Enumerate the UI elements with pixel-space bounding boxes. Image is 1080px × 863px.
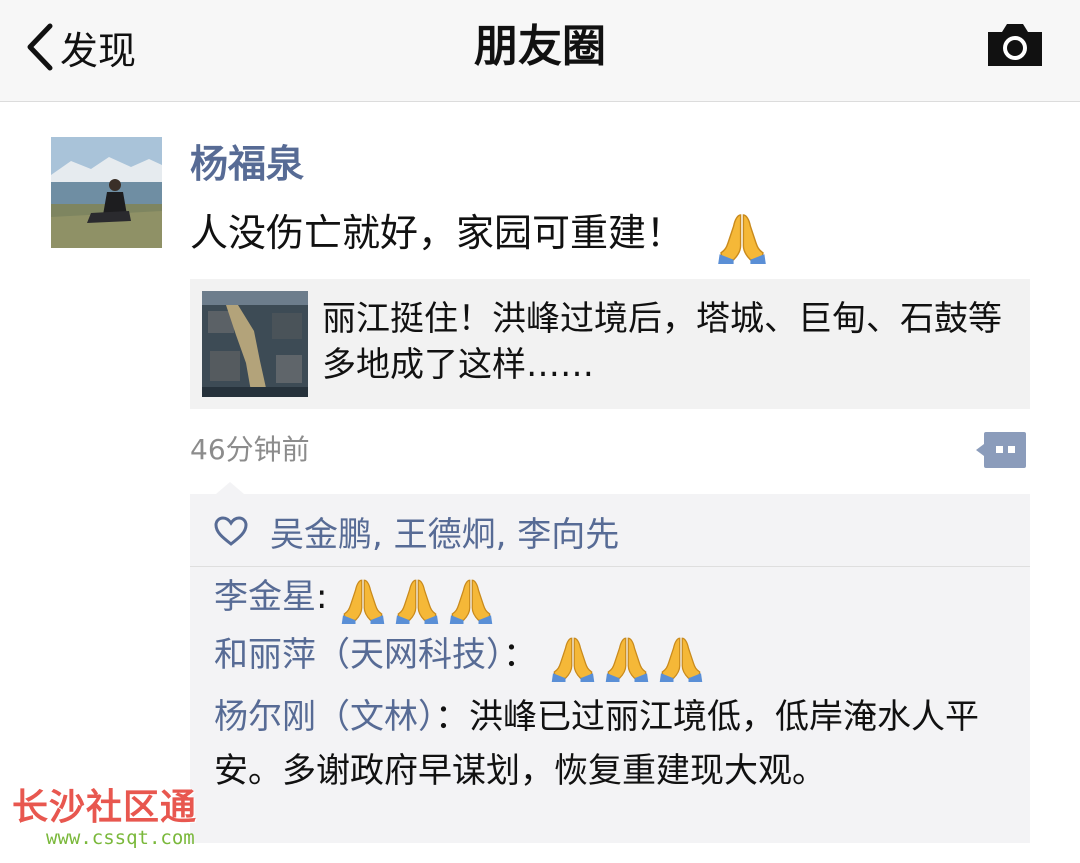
comment-author[interactable]: 杨尔刚（文林） (214, 697, 435, 737)
link-thumbnail (202, 291, 308, 397)
folded-hands-emoji (656, 632, 706, 682)
like-name[interactable]: 李向先 (517, 515, 619, 555)
comment-more-icon[interactable] (974, 430, 1028, 470)
folded-hands-emoji (392, 574, 442, 624)
comment-item[interactable]: 杨尔刚（文林）：洪峰已过丽江境低，低岸淹水人平安。多谢政府早谋划，恢复重建现大观… (214, 690, 1014, 798)
comment-item[interactable]: 和丽萍（天网科技）： (214, 628, 1014, 682)
camera-icon[interactable] (984, 20, 1046, 70)
avatar-photo (51, 137, 162, 248)
link-title: 丽江挺住！洪峰过境后，塔城、巨甸、石鼓等多地成了这样…… (322, 299, 1002, 385)
feedback-panel: 吴金鹏, 王德炯, 李向先 李金星: 和丽萍（天网科技）： 杨尔刚（文林）：洪峰… (190, 482, 1030, 843)
avatar[interactable] (51, 137, 162, 248)
feedback-caret (216, 482, 244, 494)
like-names: 吴金鹏, 王德炯, 李向先 (270, 514, 620, 555)
like-name[interactable]: 吴金鹏 (270, 515, 372, 555)
post-text: 人没伤亡就好，家园可重建！ (190, 211, 685, 255)
folded-hands-emoji (714, 208, 770, 264)
site-watermark: 长沙社区通 www.cssqt.com (12, 786, 222, 852)
watermark-url: www.cssqt.com (46, 827, 195, 849)
post-author[interactable]: 杨福泉 (190, 140, 304, 188)
post-timestamp: 46分钟前 (190, 433, 310, 466)
heart-icon (214, 516, 248, 546)
folded-hands-emoji (602, 632, 652, 682)
folded-hands-emoji (338, 574, 388, 624)
comment-author[interactable]: 和丽萍（天网科技） (214, 635, 503, 675)
comment-separator: ： (503, 635, 537, 675)
post-text-row: 人没伤亡就好，家园可重建！ (190, 206, 770, 264)
comment-author[interactable]: 李金星 (214, 577, 316, 617)
watermark-title: 长沙社区通 (12, 787, 198, 828)
page-title: 朋友圈 (474, 21, 606, 72)
comment-item[interactable]: 李金星: (214, 570, 1014, 624)
shared-link-card[interactable]: 丽江挺住！洪峰过境后，塔城、巨甸、石鼓等多地成了这样…… (190, 279, 1030, 409)
folded-hands-emoji (446, 574, 496, 624)
comment-separator: : (316, 577, 328, 617)
divider (190, 566, 1030, 567)
like-name[interactable]: 王德炯 (394, 515, 496, 555)
likes-row: 吴金鹏, 王德炯, 李向先 (214, 506, 619, 556)
navigation-bar: 发现 朋友圈 (0, 0, 1080, 102)
comment-separator: ： (435, 697, 469, 737)
folded-hands-emoji (548, 632, 598, 682)
